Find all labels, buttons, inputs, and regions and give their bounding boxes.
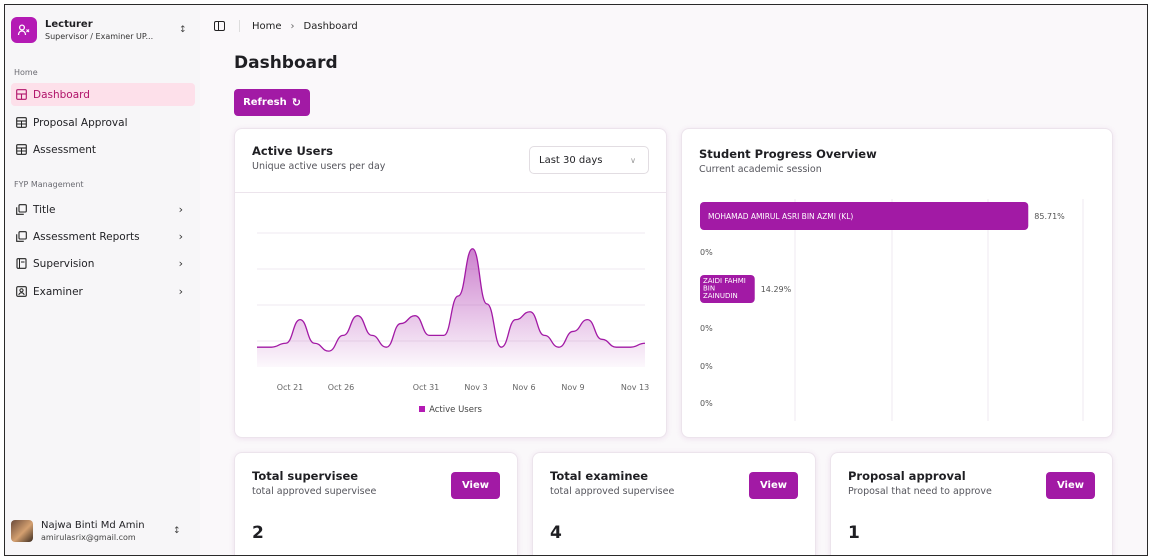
sidebar-item-dashboard[interactable]: Dashboard: [11, 83, 195, 106]
stat-subtitle: total approved supervisee: [550, 486, 675, 497]
team-logo-icon: [11, 17, 37, 43]
breadcrumb-current: Dashboard: [303, 20, 358, 32]
sidebar-toggle-icon[interactable]: [214, 21, 225, 31]
chevron-down-icon: ∨: [630, 155, 636, 165]
main-content: Home › Dashboard Dashboard Refresh ↻ Act…: [200, 5, 1147, 555]
total-supervisee-card: Total supervisee total approved supervis…: [234, 452, 518, 555]
team-name: Lecturer: [45, 18, 93, 30]
chart-legend: Active Users: [235, 405, 666, 415]
bar-value-label: 0%: [700, 248, 713, 257]
x-tick-label: Oct 26: [328, 383, 355, 392]
breadcrumb-home[interactable]: Home: [252, 21, 282, 32]
sidebar-item-proposal-approval[interactable]: Proposal Approval: [11, 111, 195, 134]
refresh-button[interactable]: Refresh ↻: [234, 89, 310, 116]
bar-value-label: 85.71%: [1034, 212, 1065, 221]
sidebar-item-title[interactable]: Title ›: [11, 198, 195, 221]
sidebar-item-supervision[interactable]: Supervision ›: [11, 252, 195, 275]
divider: [239, 20, 240, 32]
refresh-label: Refresh: [243, 97, 287, 108]
page-title: Dashboard: [234, 53, 338, 73]
x-tick-label: Nov 13: [621, 383, 649, 392]
sidebar-item-assessment[interactable]: Assessment: [11, 138, 195, 161]
stat-value: 2: [252, 523, 264, 543]
area-fill: [257, 248, 645, 367]
active-users-card: Active Users Unique active users per day…: [234, 128, 667, 438]
view-examinee-button[interactable]: View: [749, 472, 798, 499]
stat-title: Proposal approval: [848, 469, 966, 483]
x-tick-label: Nov 9: [561, 383, 584, 392]
view-supervisee-button[interactable]: View: [451, 472, 500, 499]
x-tick-label: Oct 31: [413, 383, 440, 392]
stat-subtitle: total approved supervisee: [252, 486, 377, 497]
bar-value-label: 0%: [700, 399, 713, 408]
bar-value-label: 0%: [700, 324, 713, 333]
chevron-right-icon: ›: [178, 203, 183, 216]
sidebar-item-label: Supervision: [33, 257, 95, 270]
legend-swatch: [419, 406, 426, 412]
user-email: amirulasrix@gmail.com: [41, 533, 136, 542]
sidebar-item-assessment-reports[interactable]: Assessment Reports ›: [11, 225, 195, 248]
topbar: Home › Dashboard: [214, 20, 358, 32]
chevron-right-icon: ›: [178, 257, 183, 270]
chevrons-up-down-icon: ↕: [173, 526, 181, 536]
view-proposal-button[interactable]: View: [1046, 472, 1095, 499]
book-icon: [15, 258, 27, 270]
layout-dashboard-icon: [15, 89, 27, 101]
chevron-right-icon: ›: [178, 285, 183, 298]
sidebar: Lecturer Supervisor / Examiner UP... ↕ H…: [5, 5, 200, 555]
app-window: Lecturer Supervisor / Examiner UP... ↕ H…: [4, 4, 1148, 556]
sidebar-item-label: Title: [33, 203, 56, 216]
stat-subtitle: Proposal that need to approve: [848, 486, 992, 497]
student-progress-chart: MOHAMAD AMIRUL ASRI BIN AZMI (KL) 85.71% 0…: [700, 199, 1084, 421]
chevrons-up-down-icon: ↕: [179, 25, 187, 35]
active-users-title: Active Users: [252, 144, 333, 158]
copy-icon: [15, 204, 27, 216]
stat-value: 4: [550, 523, 562, 543]
student-progress-card: Student Progress Overview Current academ…: [681, 128, 1113, 438]
table-icon: [15, 117, 27, 129]
group-label-fyp: FYP Management: [14, 180, 84, 189]
sidebar-item-label: Dashboard: [33, 88, 90, 101]
x-tick-label: Nov 6: [512, 383, 535, 392]
avatar: [11, 520, 33, 542]
sidebar-item-label: Assessment Reports: [33, 230, 140, 243]
group-label-home: Home: [14, 68, 38, 77]
total-examinee-card: Total examinee total approved supervisee…: [532, 452, 816, 555]
stat-value: 1: [848, 523, 860, 543]
team-switcher[interactable]: Lecturer Supervisor / Examiner UP... ↕: [11, 13, 195, 47]
active-users-subtitle: Unique active users per day: [252, 161, 386, 172]
x-tick-label: Nov 3: [464, 383, 487, 392]
bar-category-label: MOHAMAD AMIRUL ASRI BIN AZMI (KL): [708, 212, 853, 221]
team-role: Supervisor / Examiner UP...: [45, 31, 154, 41]
time-range-value: Last 30 days: [539, 154, 603, 166]
user-menu[interactable]: Najwa Binti Md Amin amirulasrix@gmail.co…: [11, 511, 195, 551]
x-tick-label: Oct 21: [277, 383, 304, 392]
chevron-right-icon: ›: [178, 230, 183, 243]
time-range-select[interactable]: Last 30 days ∨: [529, 146, 649, 174]
refresh-icon: ↻: [291, 96, 301, 109]
legend-label: Active Users: [429, 405, 482, 415]
user-name: Najwa Binti Md Amin: [41, 520, 145, 531]
proposal-approval-card: Proposal approval Proposal that need to …: [830, 452, 1113, 555]
bar-value-label: 0%: [700, 362, 713, 371]
id-card-icon: [15, 286, 27, 298]
stat-title: Total examinee: [550, 469, 649, 483]
table-icon: [15, 144, 27, 156]
sidebar-item-label: Proposal Approval: [33, 116, 128, 129]
stat-title: Total supervisee: [252, 469, 359, 483]
active-users-chart: Oct 21 Oct 26 Oct 31 Nov 3 Nov 6 Nov 9 Nov 13: [257, 232, 649, 392]
sidebar-item-label: Assessment: [33, 143, 96, 156]
sidebar-item-examiner[interactable]: Examiner ›: [11, 280, 195, 303]
copy-icon: [15, 231, 27, 243]
bar-value-label: 14.29%: [761, 285, 792, 294]
sidebar-item-label: Examiner: [33, 285, 83, 298]
chevron-right-icon: ›: [290, 20, 295, 32]
